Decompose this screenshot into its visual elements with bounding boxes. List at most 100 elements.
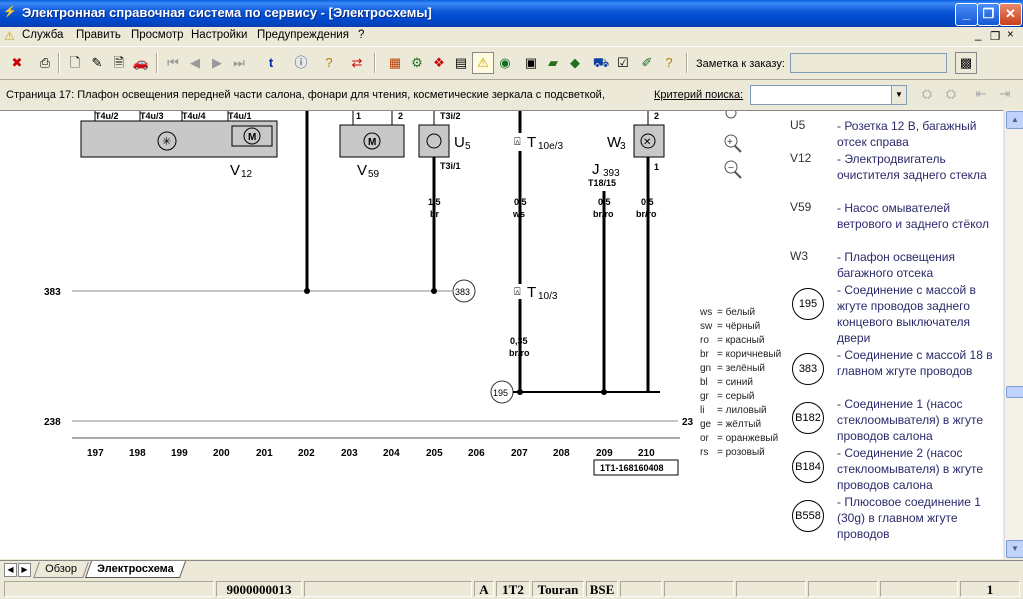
toolbar-separator [58,53,60,73]
edit-green-icon[interactable]: ✐ [636,52,658,74]
menu-help[interactable]: ? [358,29,364,41]
legend-description: - Плафон освещения багажного отсека [837,250,955,280]
svg-text:+: + [727,137,733,148]
calculator-icon[interactable]: ▣ [520,52,542,74]
vertical-scrollbar[interactable]: ▲ ▼ [1004,110,1023,558]
next-page-icon[interactable]: ▶ [206,52,228,74]
menu-settings[interactable]: Настройки [191,29,247,41]
legend-code: V12 [790,151,812,165]
scroll-down-icon[interactable]: ▼ [1006,540,1023,558]
last-page-icon[interactable]: ⏭ [228,52,250,74]
book-icon[interactable]: ❖ [428,52,450,74]
checklist-icon[interactable]: ☑ [612,52,634,74]
new-document-icon[interactable]: 🗋 [64,52,86,74]
search-next-icon[interactable]: ⛭ [940,83,962,105]
column-number: 199 [171,448,188,459]
info-icon[interactable]: ⓘ [290,52,312,74]
wiring-diagram-area[interactable]: M ✳ T4u/2 T4u/3 T4u/4 T4u/1 V 12 M 1 2 V… [0,110,1003,559]
wire-color-codes: ws = белый sw = чёрный ro = красный br = кор… [700,307,795,461]
search-criteria-select[interactable]: ▼ [750,85,907,105]
tab-overview-label: Обзор [45,563,77,575]
order-note-input[interactable] [790,53,947,73]
order-note-label: Заметка к заказу: [696,58,785,70]
status-cell [736,581,806,597]
lamp-cross: ✕ [643,137,651,148]
motor-letter: M [248,132,256,143]
pin-label: 1 [356,111,361,121]
tab-diagram[interactable]: Электросхема [84,561,186,578]
close-button[interactable]: ✕ [999,3,1022,26]
column-number: 198 [129,448,146,459]
first-page-icon[interactable]: ⏮ [162,52,184,74]
tab-overview[interactable]: Обзор [33,562,89,578]
status-mode: A [474,581,494,597]
menu-warnings[interactable]: Предупреждения [257,29,349,41]
junction-dot [304,288,310,294]
scroll-thumb[interactable] [1006,386,1023,398]
connector-icon: ⍓ [514,136,521,148]
color-code-row: or = оранжевый [700,433,779,444]
model-name: Touran [532,581,584,597]
legend-code: W3 [790,249,808,263]
u5-socket[interactable] [418,124,450,158]
j393-label: J [592,161,600,178]
pin-label: 2 [398,111,403,121]
w3-sub: 3 [620,141,626,152]
color-code-row: rs = розовый [700,447,765,458]
exit-icon[interactable]: ✖ [6,52,28,74]
warning-toolbar-icon[interactable]: ⚠ [472,52,494,74]
previous-page-icon[interactable]: ◀ [184,52,206,74]
chevron-down-icon[interactable]: ▼ [891,86,906,104]
v12-sub: 12 [241,169,253,180]
column-number: 208 [553,448,570,459]
tab-next-icon[interactable]: ▶ [18,563,31,577]
help-icon[interactable]: ? [318,52,340,74]
components-icon[interactable]: ▦ [384,52,406,74]
car-green-icon[interactable]: ◆ [564,52,586,74]
status-cell [808,581,878,597]
scroll-up-icon[interactable]: ▲ [1006,111,1023,129]
diagnosis-icon[interactable]: ⚙ [406,52,428,74]
column-number: 201 [256,448,273,459]
result-next-icon[interactable]: ⇥ [994,83,1016,105]
notes-icon[interactable]: 🗎 [108,52,130,74]
vehicle-icon[interactable]: 🚗 [130,52,152,74]
v59-label: V [357,162,367,179]
green-book-icon[interactable]: ▰ [542,52,564,74]
minimize-button[interactable]: _ [955,3,978,26]
print-icon[interactable]: ⎙ [34,52,56,74]
maximize-button[interactable]: ❐ [977,3,1000,26]
color-code-row: ro = красный [700,335,765,346]
legend-description: - Соединение с массой 18 в главном жгуте… [837,348,993,378]
jump-icon[interactable]: t [260,52,282,74]
doc-close-button[interactable]: × [1007,29,1014,41]
swap-icon[interactable]: ⇄ [346,52,368,74]
v12-label: V [230,162,240,179]
manual-icon[interactable]: ▤ [450,52,472,74]
wire-color: br/ro [509,348,530,358]
column-number: 207 [511,448,528,459]
context-help-icon[interactable]: ? [658,52,680,74]
drawing-id: 1T1-168160408 [600,463,664,473]
legend-description: - Насос омывателей ветрового и заднего с… [837,201,989,231]
note-edit-icon[interactable]: ▩ [955,52,977,74]
column-number: 200 [213,448,230,459]
menu-service[interactable]: Служба [22,29,63,41]
title-bar: ⚡ Электронная справочная система по серв… [0,0,1023,27]
search-prev-icon[interactable]: ⛭ [916,83,938,105]
truck-icon[interactable]: ⛟ [590,52,612,74]
doc-restore-button[interactable]: ❐ [990,29,1000,43]
u5-label: U [454,134,465,151]
pin-label: 2 [654,111,659,121]
menu-edit[interactable]: Править [76,29,121,41]
doc-minimize-button[interactable]: _ [975,29,981,41]
column-number: 202 [298,448,315,459]
ground-point-383-label: 383 [455,287,470,297]
connector-icon: ⍓ [514,286,521,298]
edit-document-icon[interactable]: ✎ [86,52,108,74]
legend-description: - Соединение с массой в жгуте проводов з… [837,283,976,345]
tab-prev-icon[interactable]: ◀ [4,563,17,577]
menu-view[interactable]: Просмотр [131,29,184,41]
globe-icon[interactable]: ◉ [494,52,516,74]
result-prev-icon[interactable]: ⇤ [970,83,992,105]
